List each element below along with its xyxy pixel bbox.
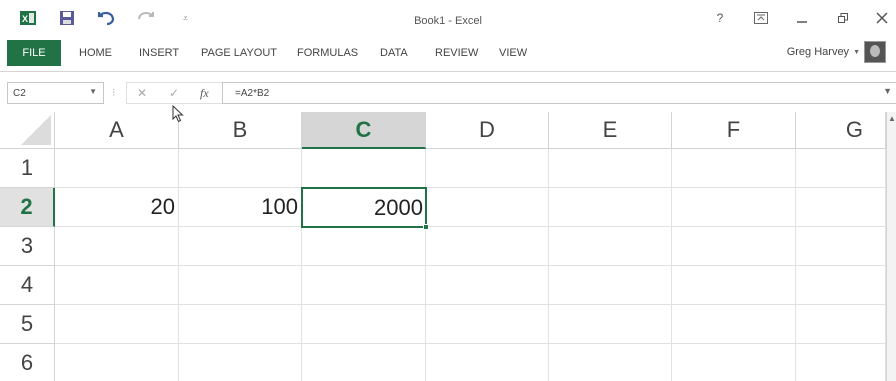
- cell-g4[interactable]: [796, 266, 886, 305]
- cell-f1[interactable]: [672, 149, 796, 188]
- ribbon-tabs: FILE HOME INSERT PAGE LAYOUT FORMULAS DA…: [0, 40, 896, 66]
- cell-c2[interactable]: 2000: [301, 187, 429, 230]
- tab-page-layout[interactable]: PAGE LAYOUT: [201, 40, 277, 66]
- row-header-3[interactable]: 3: [0, 227, 55, 266]
- avatar: [864, 41, 886, 63]
- cell-b5[interactable]: [179, 305, 302, 344]
- cell-e3[interactable]: [549, 227, 672, 266]
- select-all-triangle-icon: [21, 115, 51, 145]
- chevron-down-icon: ▼: [853, 48, 860, 56]
- cell-d3[interactable]: [426, 227, 549, 266]
- title-bar: X ⩡ Book1 - Excel ?: [0, 0, 896, 36]
- cell-a5[interactable]: [55, 305, 179, 344]
- user-name: Greg Harvey: [786, 46, 850, 58]
- cell-c4[interactable]: [302, 266, 426, 305]
- row-header-4[interactable]: 4: [0, 266, 55, 305]
- restore-icon[interactable]: [832, 9, 854, 27]
- column-header-a[interactable]: A: [55, 112, 179, 149]
- mouse-pointer-icon: [172, 105, 184, 123]
- cell-f4[interactable]: [672, 266, 796, 305]
- cell-a2[interactable]: 20: [55, 188, 179, 227]
- insert-function-icon[interactable]: fx: [200, 86, 209, 101]
- user-account[interactable]: Greg Harvey ▼: [787, 41, 886, 63]
- cancel-icon[interactable]: ✕: [137, 86, 147, 100]
- enter-icon[interactable]: ✓: [169, 86, 179, 100]
- cell-c6[interactable]: [302, 344, 426, 381]
- cell-b2[interactable]: 100: [179, 188, 302, 227]
- expand-formula-bar-icon[interactable]: ▼: [883, 86, 892, 96]
- ribbon-display-options-icon[interactable]: [750, 9, 772, 27]
- cell-a6[interactable]: [55, 344, 179, 381]
- column-header-d[interactable]: D: [426, 112, 549, 149]
- cell-g2[interactable]: [796, 188, 886, 227]
- tab-review[interactable]: REVIEW: [435, 40, 478, 66]
- worksheet-grid: A B C D E F G 1 2 3 4 5 6 20 100 2000 ▲: [0, 112, 896, 381]
- formula-input[interactable]: =A2*B2 ▼: [222, 82, 896, 104]
- cell-e5[interactable]: [549, 305, 672, 344]
- cell-b1[interactable]: [179, 149, 302, 188]
- cell-g5[interactable]: [796, 305, 886, 344]
- cell-c2-value: 2000: [374, 194, 423, 220]
- cell-d1[interactable]: [426, 149, 549, 188]
- cell-c3[interactable]: [302, 227, 426, 266]
- tab-insert[interactable]: INSERT: [139, 40, 179, 66]
- cell-b4[interactable]: [179, 266, 302, 305]
- cell-a3[interactable]: [55, 227, 179, 266]
- row-header-6[interactable]: 6: [0, 344, 55, 381]
- formula-bar-buttons: ✕ ✓ fx: [126, 82, 222, 104]
- cell-d6[interactable]: [426, 344, 549, 381]
- cell-b6[interactable]: [179, 344, 302, 381]
- cell-g1[interactable]: [796, 149, 886, 188]
- row-header-1[interactable]: 1: [0, 149, 55, 188]
- select-all-button[interactable]: [0, 112, 55, 149]
- cell-f6[interactable]: [672, 344, 796, 381]
- formula-bar: C2 ▼ ⁝ ✕ ✓ fx =A2*B2 ▼: [0, 81, 896, 105]
- tab-home[interactable]: HOME: [79, 40, 112, 66]
- cell-e2[interactable]: [549, 188, 672, 227]
- cell-f5[interactable]: [672, 305, 796, 344]
- cell-g6[interactable]: [796, 344, 886, 381]
- cell-d2[interactable]: [426, 188, 549, 227]
- cell-e6[interactable]: [549, 344, 672, 381]
- name-box[interactable]: C2 ▼: [7, 82, 104, 104]
- cell-e1[interactable]: [549, 149, 672, 188]
- cell-a4[interactable]: [55, 266, 179, 305]
- cell-d5[interactable]: [426, 305, 549, 344]
- row-header-2[interactable]: 2: [0, 188, 55, 227]
- scroll-up-icon[interactable]: ▲: [888, 114, 896, 123]
- cell-a1[interactable]: [55, 149, 179, 188]
- cell-c5[interactable]: [302, 305, 426, 344]
- tab-view[interactable]: VIEW: [499, 40, 527, 66]
- formula-value: =A2*B2: [235, 88, 270, 99]
- cell-d4[interactable]: [426, 266, 549, 305]
- column-header-g[interactable]: G: [796, 112, 886, 149]
- cell-c1[interactable]: [302, 149, 426, 188]
- fill-handle[interactable]: [423, 224, 429, 230]
- vertical-scrollbar[interactable]: ▲: [886, 112, 896, 381]
- column-header-f[interactable]: F: [672, 112, 796, 149]
- close-icon[interactable]: [871, 9, 893, 27]
- chevron-down-icon[interactable]: ▼: [89, 87, 97, 96]
- minimize-icon[interactable]: [791, 9, 813, 27]
- help-icon[interactable]: ?: [709, 9, 731, 27]
- tab-formulas[interactable]: FORMULAS: [297, 40, 358, 66]
- row-header-5[interactable]: 5: [0, 305, 55, 344]
- cell-f2[interactable]: [672, 188, 796, 227]
- formula-bar-grip[interactable]: ⁝: [112, 86, 116, 99]
- cell-g3[interactable]: [796, 227, 886, 266]
- cell-e4[interactable]: [549, 266, 672, 305]
- tab-data[interactable]: DATA: [380, 40, 408, 66]
- tab-file[interactable]: FILE: [7, 40, 61, 66]
- ribbon-divider: [0, 71, 896, 72]
- cell-f3[interactable]: [672, 227, 796, 266]
- column-header-b[interactable]: B: [179, 112, 302, 149]
- column-header-e[interactable]: E: [549, 112, 672, 149]
- name-box-value: C2: [13, 88, 26, 99]
- cell-b3[interactable]: [179, 227, 302, 266]
- column-header-c[interactable]: C: [302, 112, 426, 149]
